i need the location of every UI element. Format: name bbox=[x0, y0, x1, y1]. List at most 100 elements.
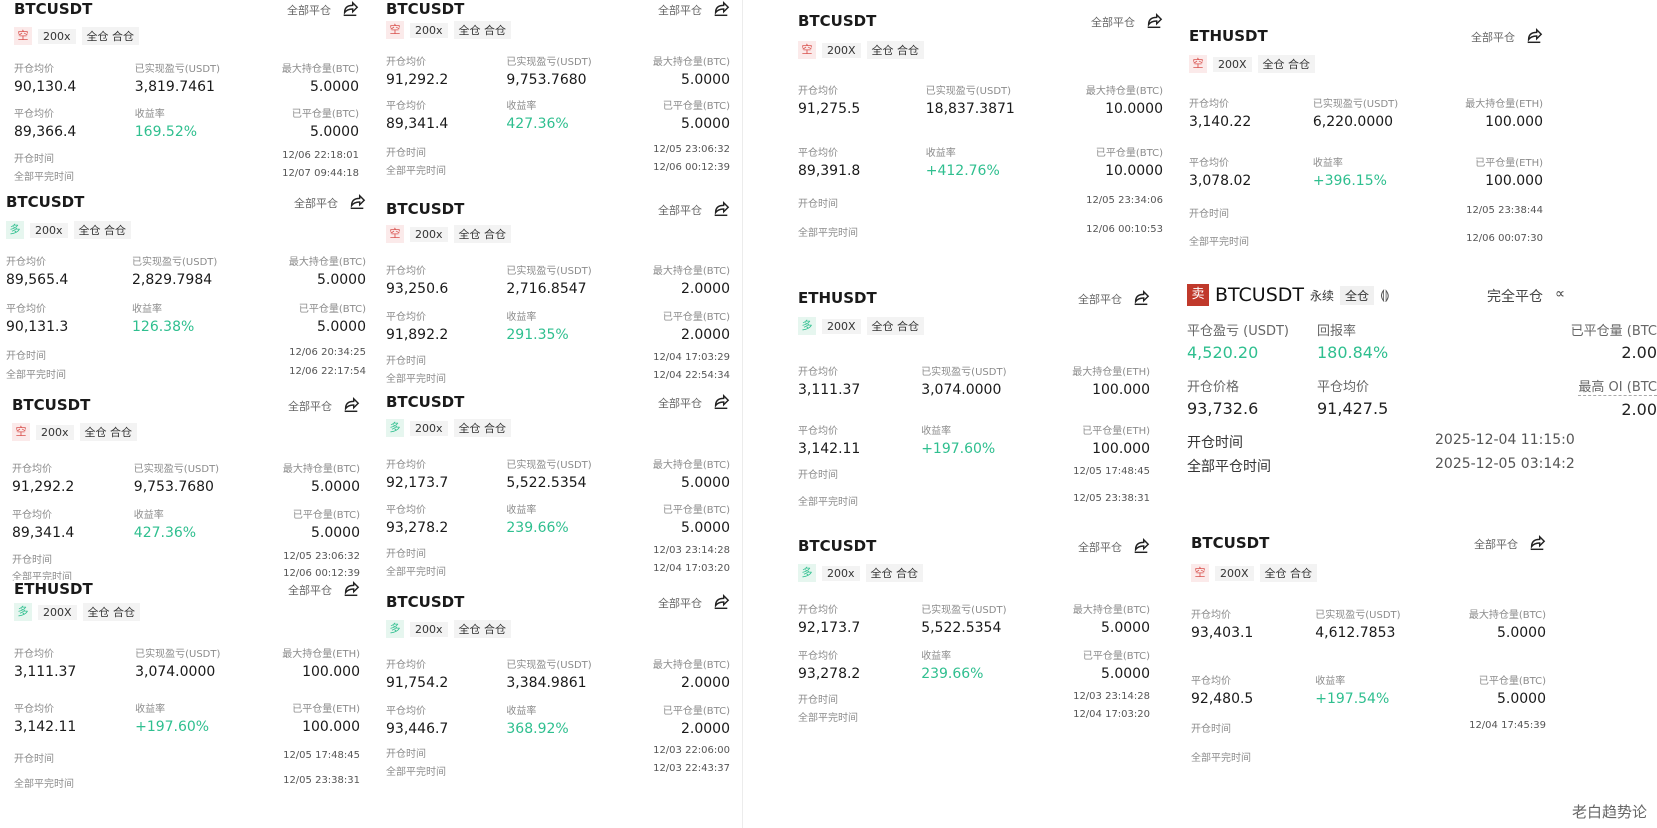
closed-value: 5.0000 bbox=[681, 520, 730, 536]
open-time-value: 12/06 22:18:01 bbox=[282, 150, 359, 161]
close-all-label[interactable]: 全部平仓 bbox=[658, 202, 702, 218]
pnl-value: 3,074.0000 bbox=[921, 382, 1002, 398]
stats-row-1: 开仓均价 91,292.2 已实现盈亏(USDT) 9,753.7680 最大持仓量… bbox=[12, 460, 360, 500]
share-icon[interactable] bbox=[1145, 12, 1163, 30]
yield-label: 收益率 bbox=[506, 706, 537, 717]
closed-label: 已平仓量(BTC) bbox=[292, 510, 360, 521]
stats-row-2: 平仓均价 3,142.11 收益率 +197.60% 已平仓量(ETH) 100.00… bbox=[14, 700, 360, 740]
close-time-row: 全部平完时间 12/04 17:03:20 bbox=[798, 709, 1150, 724]
close-time-value: 12/05 23:38:31 bbox=[1073, 493, 1150, 504]
close-all-label[interactable]: 全部平仓 bbox=[1474, 536, 1518, 552]
symbol-title: BTCUSDT bbox=[386, 200, 465, 218]
close-time-row: 全部平完时间 12/03 22:43:37 bbox=[386, 763, 730, 778]
pnl-value: 4,520.20 bbox=[1187, 343, 1259, 362]
close-all-button[interactable]: 完全平仓 bbox=[1487, 286, 1543, 306]
close-avg-label: 平仓均价 bbox=[386, 312, 426, 323]
close-time-row: 全部平完时间 12/06 00:07:30 bbox=[1189, 233, 1543, 248]
max-pos-label: 最大持仓量(ETH) bbox=[282, 649, 360, 660]
yield-label: 收益率 bbox=[925, 148, 956, 159]
yield-label: 收益率 bbox=[921, 426, 952, 437]
max-oi-label[interactable]: 最高 OI (BTC bbox=[1578, 376, 1657, 396]
position-card: BTCUSDT 全部平仓 空 200X 全仓 合仓 开仓均价 91,275.5 已… bbox=[798, 12, 1163, 247]
margin-mode-tag: 全仓 合仓 bbox=[73, 221, 132, 239]
close-all-label[interactable]: 全部平仓 bbox=[294, 195, 338, 211]
yield-value: 291.35% bbox=[506, 327, 569, 343]
pnl-label: 已实现盈亏(USDT) bbox=[132, 257, 218, 268]
share-icon[interactable] bbox=[342, 580, 360, 598]
tag-row: 空 200x 全仓 合仓 bbox=[386, 224, 512, 244]
share-icon[interactable] bbox=[712, 393, 730, 411]
pnl-label: 已实现盈亏(USDT) bbox=[134, 64, 221, 75]
yield-value: +197.54% bbox=[1315, 691, 1390, 707]
share-icon[interactable] bbox=[1525, 27, 1543, 45]
share-icon[interactable] bbox=[341, 0, 359, 18]
close-all-label[interactable]: 全部平仓 bbox=[658, 595, 702, 611]
stats-row-1: 开仓均价 3,140.22 已实现盈亏(USDT) 6,220.0000 最大持仓量… bbox=[1189, 95, 1543, 135]
closed-label: 已平仓量(BTC) bbox=[1478, 676, 1546, 687]
perp-tag: 永续 bbox=[1310, 288, 1335, 303]
share-icon[interactable] bbox=[342, 396, 360, 414]
max-pos-label: 最大持仓量(BTC) bbox=[281, 64, 359, 75]
lev-tag: 200X bbox=[1215, 565, 1254, 581]
open-avg-label: 开仓均价 bbox=[798, 367, 838, 378]
open-avg-label: 开仓均价 bbox=[386, 57, 426, 68]
tag-row: 多 200x 全仓 合仓 bbox=[6, 220, 132, 240]
symbol-title: BTCUSDT bbox=[12, 396, 91, 414]
close-avg-label: 平仓均价 bbox=[1191, 676, 1231, 687]
open-avg-value: 91,292.2 bbox=[12, 479, 75, 495]
max-pos-value: 100.000 bbox=[1092, 382, 1150, 398]
close-all-label[interactable]: 全部平仓 bbox=[658, 395, 702, 411]
pnl-value: 9,753.7680 bbox=[506, 72, 587, 88]
pnl-label: 已实现盈亏(USDT) bbox=[506, 57, 592, 68]
close-avg-value: 93,278.2 bbox=[386, 520, 449, 536]
share-icon[interactable] bbox=[1132, 289, 1150, 307]
position-card: ETHUSDT 全部平仓 多 200X 全仓 合仓 开仓均价 3,111.37 已… bbox=[798, 289, 1150, 517]
split-icon[interactable]: ⟬⟭ bbox=[1380, 288, 1390, 303]
close-time-value: 12/06 00:10:53 bbox=[1086, 224, 1163, 235]
stats-row-1: 开仓均价 90,130.4 已实现盈亏(USDT) 3,819.7461 最大持仓量… bbox=[14, 60, 359, 100]
max-pos-label: 最大持仓量(ETH) bbox=[1072, 367, 1150, 378]
open-avg-value: 89,565.4 bbox=[6, 272, 69, 288]
card-header: ETHUSDT 全部平仓 bbox=[1189, 27, 1543, 57]
close-time-label: 全部平完时间 bbox=[386, 374, 446, 385]
stats-row-2: 平仓均价 91,892.2 收益率 291.35% 已平仓量(BTC) 2.0000 bbox=[386, 308, 730, 348]
close-all-label[interactable]: 全部平仓 bbox=[288, 398, 332, 414]
close-all-label[interactable]: 全部平仓 bbox=[1471, 29, 1515, 45]
stats-row-2: 平仓均价 89,341.4 收益率 427.36% 已平仓量(BTC) 5.0000 bbox=[12, 506, 360, 546]
long-badge: 多 bbox=[386, 620, 404, 638]
close-all-label[interactable]: 全部平仓 bbox=[658, 2, 702, 18]
share-icon[interactable] bbox=[1528, 534, 1546, 552]
close-all-label[interactable]: 全部平仓 bbox=[1078, 291, 1122, 307]
position-card: BTCUSDT 全部平仓 空 200x 全仓 合仓 开仓均价 91,292.2 已… bbox=[12, 396, 360, 584]
share-icon[interactable] bbox=[348, 193, 366, 211]
close-time-row: 全部平完时间 12/05 23:38:31 bbox=[14, 775, 360, 790]
closed-label: 已平仓量(BTC) bbox=[1082, 651, 1150, 662]
stats-row-1: 开仓均价 92,173.7 已实现盈亏(USDT) 5,522.5354 最大持仓量… bbox=[798, 601, 1150, 641]
margin-mode-tag: 全仓 合仓 bbox=[453, 21, 512, 39]
pnl-value: 5,522.5354 bbox=[506, 475, 587, 491]
share-icon[interactable]: ∝ bbox=[1555, 286, 1565, 302]
close-time-value: 12/06 00:07:30 bbox=[1466, 233, 1543, 244]
close-avg-label: 平仓均价 bbox=[386, 101, 426, 112]
card-header: BTCUSDT 全部平仓 bbox=[6, 193, 366, 223]
close-all-label[interactable]: 全部平仓 bbox=[1078, 539, 1122, 555]
open-avg-value: 91,754.2 bbox=[386, 675, 449, 691]
close-all-label[interactable]: 全部平仓 bbox=[1091, 14, 1135, 30]
close-all-label[interactable]: 全部平仓 bbox=[288, 582, 332, 598]
closed-label: 已平仓量(BTC) bbox=[291, 109, 359, 120]
share-icon[interactable] bbox=[712, 0, 730, 18]
open-time-value: 12/03 23:14:28 bbox=[653, 545, 730, 556]
share-icon[interactable] bbox=[712, 200, 730, 218]
lev-tag: 200x bbox=[410, 22, 448, 38]
close-time-label: 全部平完时间 bbox=[798, 497, 858, 508]
pnl-label: 已实现盈亏(USDT) bbox=[921, 367, 1007, 378]
close-all-label[interactable]: 全部平仓 bbox=[287, 2, 331, 18]
closed-value: 100.000 bbox=[302, 719, 360, 735]
pnl-value: 3,074.0000 bbox=[135, 664, 216, 680]
open-time-row: 开仓时间 12/03 22:06:00 bbox=[386, 745, 730, 760]
open-time-label: 开仓时间 bbox=[12, 555, 52, 566]
share-icon[interactable] bbox=[712, 593, 730, 611]
share-icon[interactable] bbox=[1132, 537, 1150, 555]
close-avg-label: 平仓均价 bbox=[798, 148, 838, 159]
max-pos-value: 5.0000 bbox=[311, 479, 360, 495]
